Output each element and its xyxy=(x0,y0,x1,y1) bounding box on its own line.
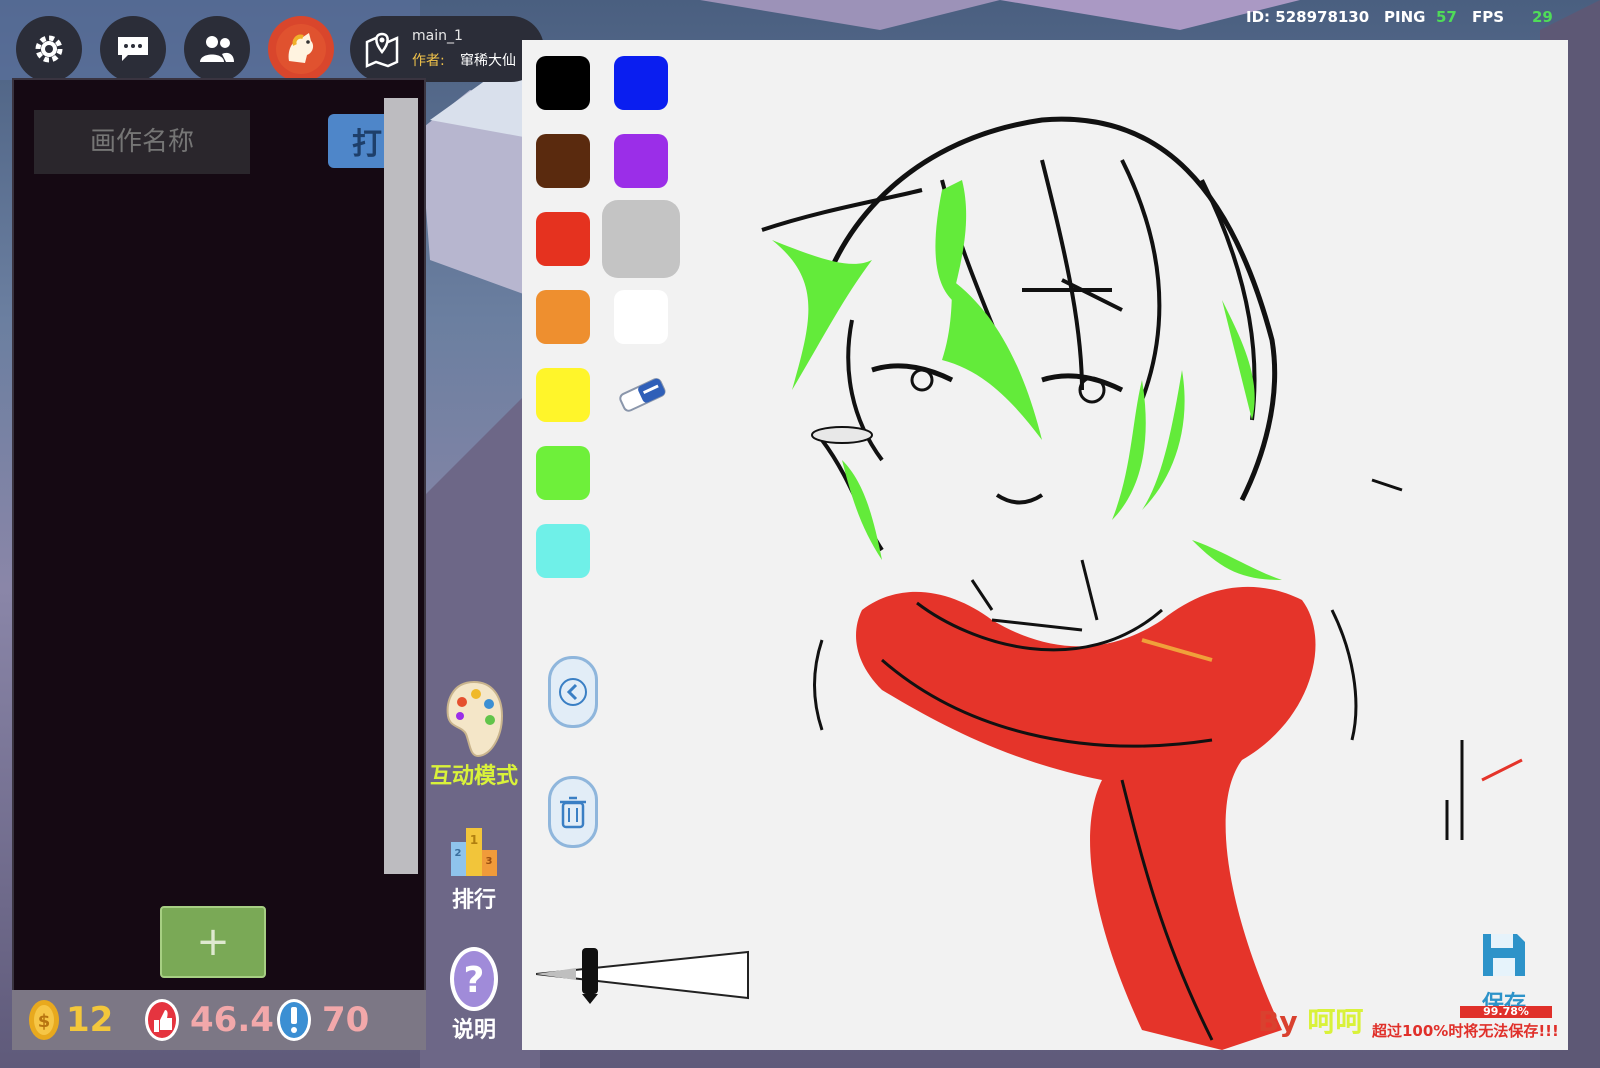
svg-text:2: 2 xyxy=(455,848,462,859)
byline-by: By xyxy=(1258,1005,1298,1038)
thumbs-up-icon xyxy=(145,999,179,1041)
palette-icon xyxy=(446,680,504,758)
add-button-label: + xyxy=(196,919,230,965)
settings-button[interactable] xyxy=(16,16,82,82)
ranking-button[interactable]: 1 2 3 排行 xyxy=(434,822,514,914)
color-swatch-brown[interactable] xyxy=(536,134,590,188)
save-progress: 99.78% xyxy=(1460,1005,1552,1018)
open-button-label: 打 xyxy=(352,127,382,162)
interactive-mode-button[interactable]: 互动模式 xyxy=(424,680,524,790)
alert-count: 70 xyxy=(322,1000,370,1040)
ping-value: 57 xyxy=(1436,8,1457,26)
coin-icon: $ xyxy=(29,1000,59,1040)
player-id: ID: 528978130 xyxy=(1246,8,1370,26)
color-swatch-red[interactable] xyxy=(536,212,590,266)
add-artwork-button[interactable]: + xyxy=(160,906,266,978)
scrollbar[interactable] xyxy=(384,98,418,874)
chat-icon xyxy=(118,37,148,61)
save-warning: 超过100%时将无法保存!!! xyxy=(1372,1022,1559,1040)
fps-value: 29 xyxy=(1532,8,1553,26)
fps-label: FPS xyxy=(1472,8,1505,26)
author-byline: By 呵呵 xyxy=(1258,1000,1363,1040)
ranking-label: 排行 xyxy=(451,888,496,913)
svg-text:$: $ xyxy=(38,1011,51,1032)
chat-button[interactable] xyxy=(100,16,166,82)
map-title: main_1 xyxy=(412,28,463,44)
color-swatch-green[interactable] xyxy=(536,446,590,500)
artwork-panel: 打 + xyxy=(12,78,426,994)
color-swatch-gray-selected[interactable] xyxy=(602,200,680,278)
color-swatch-orange[interactable] xyxy=(536,290,590,344)
avatar[interactable] xyxy=(268,16,334,82)
question-icon: ? xyxy=(450,947,498,1011)
color-swatch-blue[interactable] xyxy=(614,56,668,110)
eraser-button[interactable] xyxy=(614,372,670,416)
friends-button[interactable] xyxy=(184,16,250,82)
svg-text:1: 1 xyxy=(470,833,478,847)
brush-size-slider[interactable] xyxy=(536,940,752,1006)
color-swatch-cyan[interactable] xyxy=(536,524,590,578)
gear-icon xyxy=(35,35,63,63)
clear-button[interactable] xyxy=(548,776,598,848)
like-count: 46.4 xyxy=(190,1000,274,1040)
color-swatch-black[interactable] xyxy=(536,56,590,110)
help-label: 说明 xyxy=(451,1018,496,1043)
save-percent: 99.78% xyxy=(1483,1005,1529,1018)
map-author-label: 作者: xyxy=(412,53,445,69)
interactive-mode-label: 互动模式 xyxy=(429,764,518,789)
floppy-icon xyxy=(1483,934,1525,976)
stats-footer: $ 12 46.4 70 xyxy=(12,990,426,1050)
map-author-name: 窜稀大仙 xyxy=(460,53,516,69)
chevron-left-icon xyxy=(559,678,587,706)
podium-icon: 1 2 3 xyxy=(451,828,497,876)
trash-icon xyxy=(560,796,586,829)
people-icon xyxy=(200,36,234,62)
ping-label: PING xyxy=(1384,8,1426,26)
svg-text:3: 3 xyxy=(486,856,493,867)
coin-count: 12 xyxy=(66,1000,114,1040)
color-swatch-yellow[interactable] xyxy=(536,368,590,422)
help-button[interactable]: ? 说明 xyxy=(434,944,514,1044)
map-pin-icon xyxy=(365,32,399,68)
drawing xyxy=(761,116,1523,1050)
byline-author: 呵呵 xyxy=(1307,1005,1364,1038)
undo-button[interactable] xyxy=(548,656,598,728)
color-swatch-white[interactable] xyxy=(614,290,668,344)
svg-text:?: ? xyxy=(464,960,485,1001)
alert-icon xyxy=(277,999,311,1041)
artwork-name-input[interactable] xyxy=(34,110,250,174)
map-info[interactable]: main_1 作者: 窜稀大仙 xyxy=(350,16,544,82)
drawing-canvas[interactable] xyxy=(522,40,1568,1050)
color-swatch-purple[interactable] xyxy=(614,134,668,188)
horse-avatar-icon xyxy=(276,24,326,74)
eraser-icon xyxy=(619,378,666,412)
